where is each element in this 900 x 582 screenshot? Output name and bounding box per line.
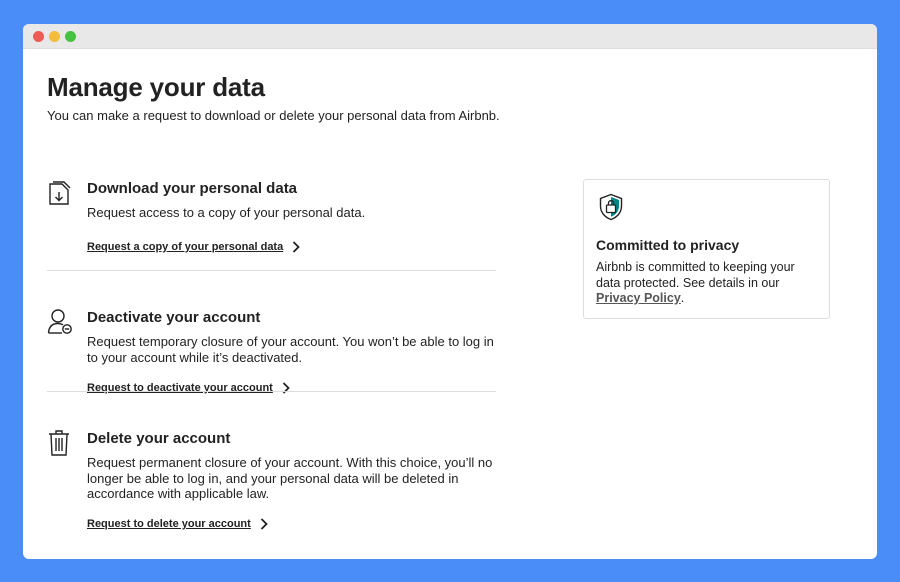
minimize-window-button[interactable] [49,31,60,42]
close-window-button[interactable] [33,31,44,42]
section-description: Request access to a copy of your persona… [87,205,366,220]
maximize-window-button[interactable] [65,31,76,42]
request-deactivate-link-text[interactable]: Request to deactivate your account [87,382,273,394]
request-delete-link[interactable]: Request to delete your account [87,518,268,530]
privacy-policy-link[interactable]: Privacy Policy [596,291,681,305]
deactivate-account-section: Deactivate your account Request temporar… [47,308,496,408]
download-data-section: Download your personal data Request acce… [47,179,496,269]
chevron-right-icon [282,382,290,394]
page-content: Manage your data You can make a request … [47,48,877,559]
privacy-text-body: Airbnb is committed to keeping your data… [596,260,795,290]
shield-lock-icon [599,193,623,221]
window-titlebar [23,24,877,49]
privacy-title: Committed to privacy [596,237,740,253]
privacy-card: Committed to privacy Airbnb is committed… [583,179,830,319]
request-copy-link[interactable]: Request a copy of your personal data [87,241,300,253]
delete-account-section: Delete your account Request permanent cl… [47,429,496,539]
request-copy-link-text[interactable]: Request a copy of your personal data [87,241,283,253]
section-title: Download your personal data [87,180,298,197]
section-divider [47,270,496,271]
document-download-icon [47,179,73,207]
privacy-text: Airbnb is committed to keeping your data… [596,260,821,307]
chevron-right-icon [260,518,268,530]
browser-window: Manage your data You can make a request … [23,24,877,559]
user-minus-icon [47,308,73,336]
section-description: Request temporary closure of your accoun… [87,334,494,365]
section-title: Delete your account [87,430,231,447]
request-deactivate-link[interactable]: Request to deactivate your account [87,382,290,394]
request-delete-link-text[interactable]: Request to delete your account [87,518,251,530]
page-title: Manage your data [47,72,265,102]
section-title: Deactivate your account [87,309,261,326]
privacy-text-suffix: . [680,291,685,305]
page-subtitle: You can make a request to download or de… [47,108,500,123]
trash-icon [47,429,73,457]
chevron-right-icon [293,241,300,253]
section-description: Request permanent closure of your accoun… [87,455,493,501]
section-divider [47,391,496,392]
